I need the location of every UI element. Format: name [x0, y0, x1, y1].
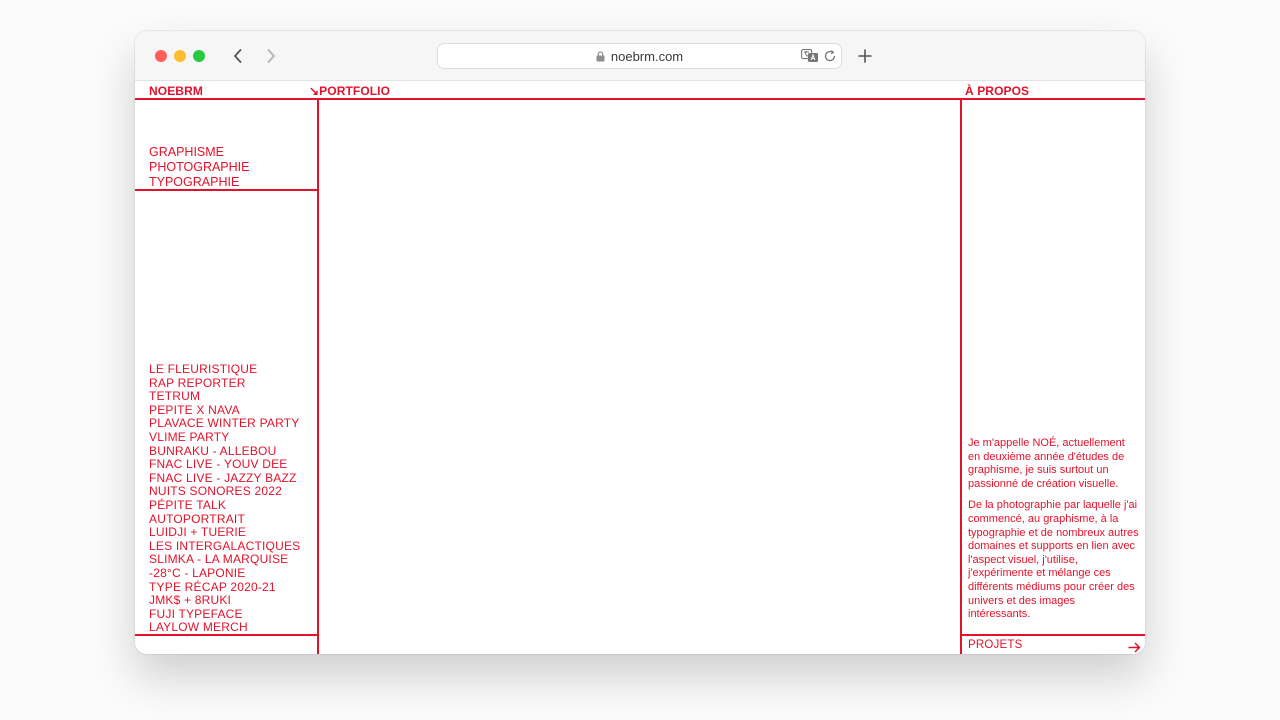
arrow-right-icon[interactable]: [1128, 640, 1141, 654]
web-page: NOEBRM ↘PORTFOLIO À PROPOS GRAPHISME PHO…: [135, 81, 1145, 654]
portfolio-link[interactable]: ↘PORTFOLIO: [309, 84, 390, 98]
zoom-window-button[interactable]: [193, 50, 205, 62]
project-item[interactable]: -28°C - LAPONIE: [149, 566, 300, 581]
projets-link[interactable]: PROJETS: [968, 639, 1022, 651]
project-item[interactable]: LES INTERGALACTIQUES: [149, 539, 300, 554]
project-item[interactable]: TETRUM: [149, 390, 300, 404]
project-item[interactable]: FUJI TYPEFACE: [149, 607, 300, 622]
about-paragraph: De la photographie par laquelle j'ai com…: [968, 499, 1139, 621]
forward-button[interactable]: [259, 44, 283, 68]
project-item[interactable]: LUIDJI + TUERIE: [149, 526, 300, 540]
new-tab-button[interactable]: [854, 44, 876, 68]
category-typographie[interactable]: TYPOGRAPHIE: [149, 175, 249, 190]
chevron-left-icon: [234, 49, 242, 63]
reload-icon[interactable]: [823, 49, 837, 68]
project-item[interactable]: AUTOPORTRAIT: [149, 512, 300, 527]
site-logo[interactable]: NOEBRM: [149, 84, 203, 98]
project-item[interactable]: FNAC LIVE - JAZZY BAZZ: [149, 471, 300, 486]
left-column-divider: [317, 98, 319, 654]
minimize-window-button[interactable]: [174, 50, 186, 62]
plus-icon: [858, 49, 872, 63]
project-item[interactable]: VLIME PARTY: [149, 430, 300, 445]
project-item[interactable]: PEPITE X NAVA: [149, 403, 300, 418]
category-graphisme[interactable]: GRAPHISME: [149, 145, 249, 160]
project-item[interactable]: LE FLEURISTIQUE: [149, 362, 300, 377]
project-item[interactable]: NUITS SONORES 2022: [149, 485, 300, 499]
project-list: LE FLEURISTIQUE RAP REPORTER TETRUM PEPI…: [149, 362, 300, 635]
lock-icon: [596, 50, 605, 61]
header-divider: [135, 98, 1145, 100]
right-column-divider: [960, 98, 962, 654]
project-item[interactable]: RAP REPORTER: [149, 376, 300, 391]
about-divider: [960, 634, 1145, 636]
project-item[interactable]: BUNRAKU - ALLEBOU: [149, 444, 300, 459]
browser-toolbar: noebrm.com: [135, 31, 1145, 81]
address-bar[interactable]: noebrm.com: [437, 43, 842, 69]
chevron-right-icon: [267, 49, 275, 63]
project-item[interactable]: SLIMKA - LA MARQUISE: [149, 553, 300, 567]
about-paragraph: Je m'appelle NOÉ, actuellement en deuxiè…: [968, 437, 1125, 490]
category-list: GRAPHISME PHOTOGRAPHIE TYPOGRAPHIE: [149, 145, 249, 190]
project-item[interactable]: PLAVACE WINTER PARTY: [149, 417, 300, 431]
browser-window: noebrm.com NOEBRM ↘PORTFOLIO À PROPOS GR…: [135, 31, 1145, 654]
project-item[interactable]: PÉPITE TALK: [149, 498, 300, 513]
project-item[interactable]: JMK$ + 8RUKI: [149, 593, 300, 608]
about-text: Je m'appelle NOÉ, actuellement en deuxiè…: [968, 437, 1140, 622]
category-photographie[interactable]: PHOTOGRAPHIE: [149, 160, 249, 175]
project-item[interactable]: LAYLOW MERCH: [149, 621, 300, 635]
project-item[interactable]: FNAC LIVE - YOUV DEE: [149, 458, 300, 472]
close-window-button[interactable]: [155, 50, 167, 62]
project-item[interactable]: TYPE RÉCAP 2020-21: [149, 580, 300, 595]
url-text: noebrm.com: [610, 48, 684, 64]
back-button[interactable]: [226, 44, 250, 68]
translate-icon[interactable]: [801, 49, 819, 68]
about-link[interactable]: À PROPOS: [965, 84, 1029, 98]
